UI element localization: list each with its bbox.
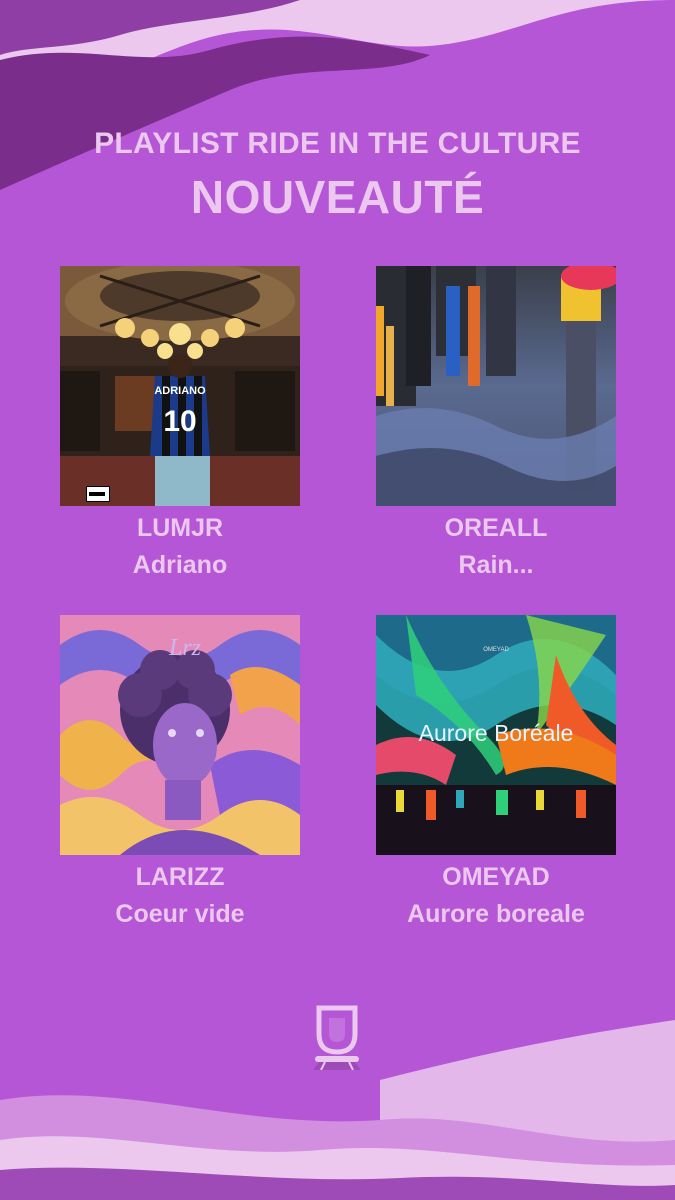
- track-title: Adriano: [132, 551, 228, 579]
- parental-advisory-icon: [86, 486, 110, 502]
- album-cover-aurore-boreale[interactable]: Aurore Boréale OMEYAD: [376, 615, 616, 855]
- track-title: Aurore boreale: [407, 900, 585, 928]
- release-card-omeyad[interactable]: Aurore Boréale OMEYAD OMEYAD Aurore bore…: [376, 615, 616, 929]
- artist-name: OMEYAD: [442, 863, 550, 891]
- track-title: Coeur vide: [115, 900, 245, 928]
- artist-name: OREALL: [444, 514, 548, 542]
- track-title: Rain...: [458, 551, 534, 579]
- story-canvas: PLAYLIST RIDE IN THE CULTURE NOUVEAUTÉ A…: [0, 0, 675, 1200]
- album-cover-coeur-vide[interactable]: Lrz: [60, 615, 300, 855]
- album-cover-adriano[interactable]: ADRIANO 10: [60, 266, 300, 506]
- release-card-larizz[interactable]: Lrz LARIZZ Coeur vide: [60, 615, 300, 929]
- svg-text:Lrz: Lrz: [168, 635, 202, 661]
- page-title: NOUVEAUTÉ: [190, 171, 485, 223]
- release-card-oreall[interactable]: OREALL Rain...: [376, 266, 616, 580]
- svg-text:Aurore Boréale: Aurore Boréale: [419, 720, 574, 746]
- svg-text:OMEYAD: OMEYAD: [483, 647, 509, 653]
- artist-name: LUMJR: [136, 514, 224, 542]
- playlist-subtitle: PLAYLIST RIDE IN THE CULTURE: [94, 127, 581, 160]
- artist-name: LARIZZ: [135, 863, 225, 891]
- svg-text:10: 10: [163, 405, 196, 438]
- release-card-lumjr[interactable]: ADRIANO 10 LUMJR Adriano: [60, 266, 300, 580]
- album-cover-rain[interactable]: [376, 266, 616, 506]
- svg-text:ADRIANO: ADRIANO: [154, 385, 206, 397]
- bottom-wave-decoration: [0, 1020, 675, 1200]
